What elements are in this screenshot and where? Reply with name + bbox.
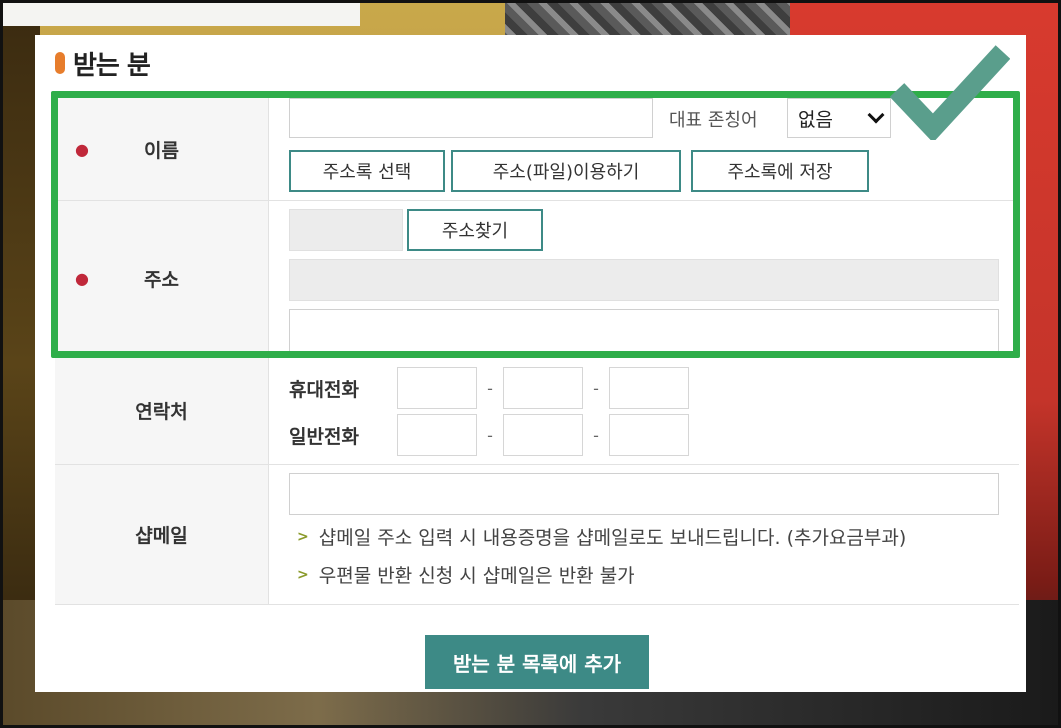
mobile-phone-part1[interactable] — [397, 367, 477, 409]
address-label: 주소 — [144, 269, 179, 291]
contact-label: 연락처 — [135, 401, 188, 423]
postcode-input[interactable] — [289, 209, 403, 251]
address-detail-input[interactable] — [289, 309, 999, 355]
contact-field-cell: 휴대전화 - - 일반전화 - - — [269, 357, 1019, 464]
title-marker-icon — [55, 52, 65, 74]
honorific-label: 대표 존칭어 — [669, 110, 758, 131]
name-row: ● 이름 대표 존칭어 없음 주소록 선택 주소(파일)이용하기 주소록에 저장 — [55, 98, 1019, 201]
chevron-right-icon: > — [297, 566, 309, 583]
add-recipient-button[interactable]: 받는 분 목록에 추가 — [425, 635, 649, 689]
landline-phone-part1[interactable] — [397, 414, 477, 456]
mobile-phone-part2[interactable] — [503, 367, 583, 409]
shopmail-label-cell: 샵메일 — [55, 465, 269, 604]
address-label-cell: ● 주소 — [55, 201, 269, 356]
landline-phone-part2[interactable] — [503, 414, 583, 456]
required-dot-icon: ● — [75, 139, 89, 159]
shopmail-note: > 우편물 반환 신청 시 샵메일은 반환 불가 — [297, 561, 635, 588]
shopmail-note-text: 우편물 반환 신청 시 샵메일은 반환 불가 — [318, 565, 635, 587]
shopmail-row: 샵메일 > 샵메일 주소 입력 시 내용증명을 샵메일로도 보내드립니다. (추… — [55, 465, 1019, 605]
name-label-cell: ● 이름 — [55, 98, 269, 200]
phone-separator: - — [593, 425, 599, 445]
landline-phone-label: 일반전화 — [289, 425, 359, 448]
phone-separator: - — [487, 378, 493, 398]
find-address-button[interactable]: 주소찾기 — [407, 209, 543, 251]
shopmail-field-cell: > 샵메일 주소 입력 시 내용증명을 샵메일로도 보내드립니다. (추가요금부… — [269, 465, 1019, 604]
address-file-use-button[interactable]: 주소(파일)이용하기 — [451, 150, 681, 192]
landline-phone-group: 일반전화 - - — [289, 414, 689, 456]
name-input[interactable] — [289, 98, 653, 138]
honorific-select[interactable]: 없음 — [787, 98, 891, 138]
chevron-down-icon — [867, 106, 885, 124]
address-field-cell: 주소찾기 — [269, 201, 1019, 356]
shopmail-label: 샵메일 — [135, 525, 188, 547]
address-input[interactable] — [289, 259, 999, 301]
mobile-phone-group: 휴대전화 - - — [289, 367, 689, 409]
chevron-right-icon: > — [297, 528, 309, 545]
mobile-phone-label: 휴대전화 — [289, 378, 359, 401]
name-label: 이름 — [144, 139, 179, 162]
section-title: 받는 분 — [73, 50, 151, 81]
recipient-form-table: ● 이름 대표 존칭어 없음 주소록 선택 주소(파일)이용하기 주소록에 저장… — [55, 97, 1019, 605]
shopmail-note: > 샵메일 주소 입력 시 내용증명을 샵메일로도 보내드립니다. (추가요금부… — [297, 523, 906, 550]
checkmark-icon — [889, 45, 1010, 140]
shopmail-input[interactable] — [289, 473, 999, 515]
address-row: ● 주소 주소찾기 — [55, 201, 1019, 357]
section-header: 받는 분 — [55, 45, 151, 81]
recipient-form-panel: 받는 분 ● 이름 대표 존칭어 없음 주소록 선택 주소(파일)이용하기 주소… — [35, 35, 1026, 692]
contact-label-cell: 연락처 — [55, 357, 269, 464]
contact-row: 연락처 휴대전화 - - 일반전화 - - — [55, 357, 1019, 465]
phone-separator: - — [487, 425, 493, 445]
honorific-value: 없음 — [798, 108, 833, 131]
landline-phone-part3[interactable] — [609, 414, 689, 456]
phone-separator: - — [593, 378, 599, 398]
save-to-address-book-button[interactable]: 주소록에 저장 — [691, 150, 869, 192]
address-book-select-button[interactable]: 주소록 선택 — [289, 150, 445, 192]
mobile-phone-part3[interactable] — [609, 367, 689, 409]
shopmail-note-text: 샵메일 주소 입력 시 내용증명을 샵메일로도 보내드립니다. (추가요금부과) — [318, 527, 907, 549]
required-dot-icon: ● — [75, 269, 89, 288]
